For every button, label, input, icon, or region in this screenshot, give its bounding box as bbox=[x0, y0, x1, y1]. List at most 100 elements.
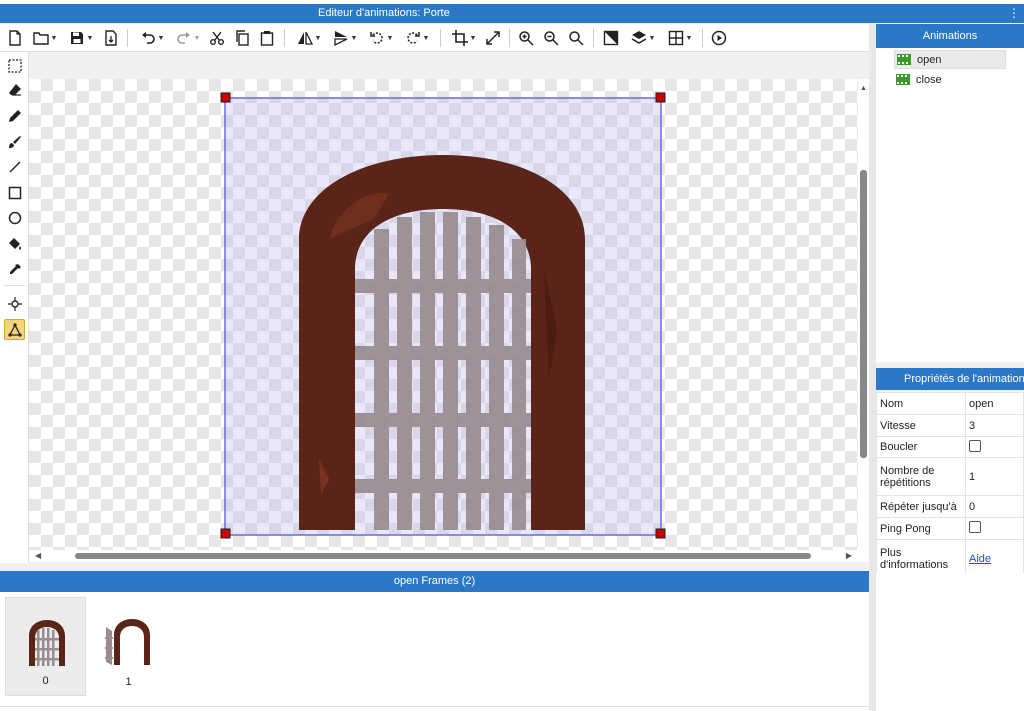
chevron-down-icon: ▼ bbox=[350, 34, 358, 42]
ellipse-icon[interactable] bbox=[4, 207, 25, 228]
resize-handle-top-left[interactable] bbox=[220, 92, 231, 103]
eyedropper-icon[interactable] bbox=[4, 259, 25, 280]
properties-table: Nom open Vitesse 3 Boucler Nombre de rép… bbox=[876, 392, 1024, 578]
paste-icon[interactable] bbox=[258, 28, 276, 48]
rotate-left-button[interactable]: ▼ bbox=[365, 28, 397, 48]
property-row-speed: Vitesse 3 bbox=[876, 414, 1024, 437]
resize-handle-bottom-right[interactable] bbox=[655, 528, 666, 539]
chevron-down-icon: ▼ bbox=[193, 34, 201, 42]
properties-panel-empty-area bbox=[876, 573, 1024, 711]
redo-button[interactable]: ▼ bbox=[172, 28, 204, 48]
property-key: Ping Pong bbox=[876, 517, 966, 540]
zoom-in-icon[interactable] bbox=[517, 28, 535, 48]
scroll-right-icon[interactable]: ▶ bbox=[846, 551, 852, 560]
repetitions-field[interactable]: 1 bbox=[965, 457, 1024, 496]
panel-splitter[interactable] bbox=[869, 24, 876, 711]
grid-button[interactable]: ▼ bbox=[664, 28, 696, 48]
cut-icon[interactable] bbox=[208, 28, 226, 48]
film-icon bbox=[896, 74, 910, 85]
scroll-up-icon[interactable]: ▲ bbox=[860, 85, 867, 92]
animations-list: open close bbox=[876, 48, 1024, 362]
frame-0-preview bbox=[29, 620, 65, 666]
scroll-left-icon[interactable]: ◀ bbox=[35, 551, 41, 560]
animation-label: open bbox=[917, 53, 942, 66]
property-row-more-info: Plus d'informations Aide bbox=[876, 539, 1024, 578]
chevron-down-icon: ▼ bbox=[314, 34, 322, 42]
toolbar-divider bbox=[509, 29, 510, 47]
horizontal-scroll-thumb[interactable] bbox=[75, 553, 811, 559]
pencil-icon[interactable] bbox=[4, 105, 25, 126]
animation-label: close bbox=[916, 73, 942, 86]
layers-button[interactable]: ▼ bbox=[627, 28, 659, 48]
paint-bucket-icon[interactable] bbox=[4, 233, 25, 254]
chevron-down-icon: ▼ bbox=[50, 34, 58, 42]
layers-icon bbox=[631, 31, 646, 44]
toolbar-divider bbox=[284, 29, 285, 47]
chevron-down-icon: ▼ bbox=[157, 34, 165, 42]
play-icon[interactable] bbox=[710, 28, 728, 48]
properties-panel-title: Propriétés de l'animation bbox=[904, 373, 1024, 385]
door-sprite bbox=[220, 92, 666, 539]
help-link[interactable]: Aide bbox=[969, 553, 991, 565]
property-key: Vitesse bbox=[876, 414, 966, 437]
flip-vertical-icon bbox=[333, 31, 347, 46]
property-key: Répéter jusqu'à bbox=[876, 495, 966, 518]
resize-icon[interactable] bbox=[484, 28, 502, 48]
redo-icon bbox=[176, 32, 190, 44]
chevron-down-icon: ▼ bbox=[469, 34, 477, 42]
property-row-repetitions: Nombre de répétitions 1 bbox=[876, 457, 1024, 496]
copy-icon[interactable] bbox=[233, 28, 251, 48]
property-row-ping-pong: Ping Pong bbox=[876, 517, 1024, 540]
property-key: Nom bbox=[876, 392, 966, 415]
frames-panel-header: open Frames (2) bbox=[0, 571, 869, 592]
frames-list: 0 1 bbox=[0, 592, 869, 706]
property-row-loop: Boucler bbox=[876, 436, 1024, 458]
frame-label: 0 bbox=[42, 675, 49, 687]
eraser-icon[interactable] bbox=[4, 79, 25, 100]
zoom-out-icon[interactable] bbox=[542, 28, 560, 48]
flip-horizontal-button[interactable]: ▼ bbox=[293, 28, 325, 48]
toolbar-divider bbox=[127, 29, 128, 47]
speed-field[interactable]: 3 bbox=[965, 414, 1024, 437]
transparency-icon[interactable] bbox=[602, 28, 620, 48]
new-file-icon[interactable] bbox=[6, 28, 24, 48]
repeat-until-field[interactable]: 0 bbox=[965, 495, 1024, 518]
frames-panel-title: open Frames (2) bbox=[393, 575, 476, 587]
name-field[interactable]: open bbox=[965, 392, 1024, 415]
loop-checkbox[interactable] bbox=[969, 439, 981, 452]
ping-pong-checkbox[interactable] bbox=[969, 521, 981, 533]
animation-item-open[interactable]: open bbox=[894, 50, 1006, 69]
vertical-scroll-thumb[interactable] bbox=[860, 170, 867, 458]
toolbar-divider bbox=[440, 29, 441, 47]
resize-handle-top-right[interactable] bbox=[655, 92, 666, 103]
flip-vertical-button[interactable]: ▼ bbox=[329, 28, 361, 48]
property-key: Plus d'informations bbox=[876, 539, 966, 578]
brush-icon[interactable] bbox=[4, 131, 25, 152]
crop-button[interactable]: ▼ bbox=[448, 28, 480, 48]
animations-panel-title: Animations bbox=[922, 30, 978, 42]
line-icon[interactable] bbox=[4, 156, 25, 177]
rectangle-select-icon[interactable] bbox=[4, 55, 25, 76]
sprite-canvas[interactable] bbox=[29, 79, 858, 550]
bottom-status-strip bbox=[0, 706, 869, 711]
frame-label: 1 bbox=[125, 676, 132, 688]
origin-point-icon[interactable] bbox=[4, 293, 25, 314]
rotate-right-button[interactable]: ▼ bbox=[401, 28, 433, 48]
zoom-reset-icon[interactable] bbox=[567, 28, 585, 48]
frame-thumbnail[interactable]: 1 bbox=[88, 597, 169, 696]
crop-icon bbox=[451, 30, 468, 46]
animations-panel-header: Animations bbox=[876, 24, 1024, 48]
property-row-repeat-until: Répéter jusqu'à 0 bbox=[876, 495, 1024, 518]
export-icon[interactable] bbox=[102, 28, 120, 48]
open-folder-button[interactable]: ▼ bbox=[30, 28, 60, 48]
window-menu-icon[interactable]: ⋮ bbox=[1008, 4, 1020, 23]
resize-handle-bottom-left[interactable] bbox=[220, 528, 231, 539]
window-titlebar: Editeur d'animations: Porte bbox=[0, 4, 1024, 23]
save-button[interactable]: ▼ bbox=[66, 28, 96, 48]
undo-button[interactable]: ▼ bbox=[136, 28, 168, 48]
collision-polygon-icon[interactable] bbox=[4, 319, 25, 340]
animation-item-close[interactable]: close bbox=[894, 70, 1006, 89]
chevron-down-icon: ▼ bbox=[648, 34, 656, 42]
rectangle-icon[interactable] bbox=[4, 182, 25, 203]
frame-thumbnail[interactable]: 0 bbox=[5, 597, 86, 696]
